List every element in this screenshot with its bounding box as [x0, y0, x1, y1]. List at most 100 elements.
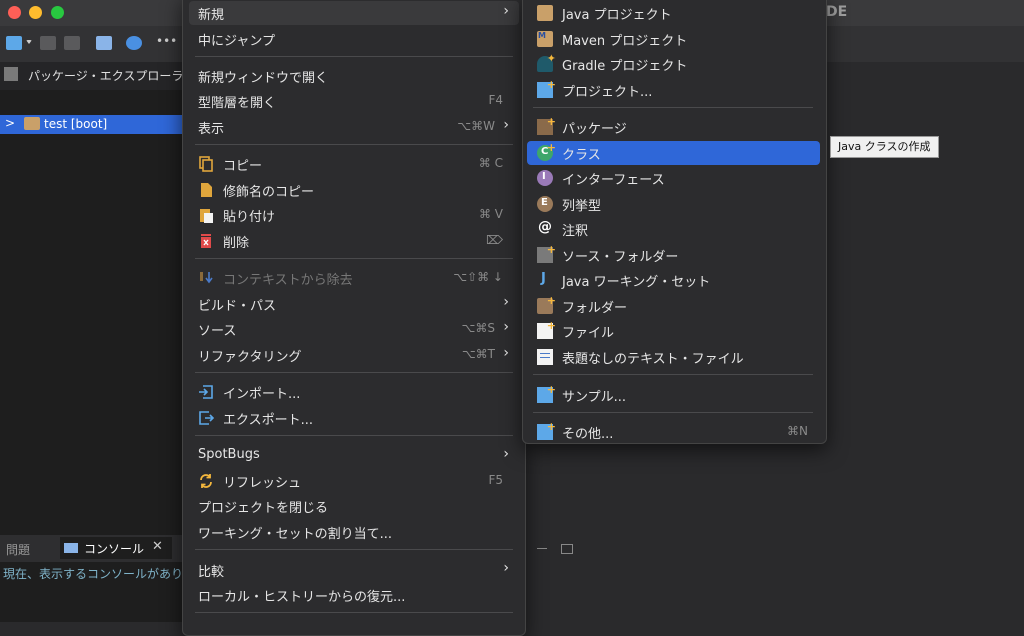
plus-badge-icon: +	[546, 294, 556, 307]
more-icon[interactable]: •••	[156, 34, 177, 48]
shortcut: F5	[488, 473, 503, 487]
save-icon[interactable]	[40, 36, 56, 50]
menu-item-assign-working-set[interactable]: ワーキング・セットの割り当て...	[189, 520, 519, 544]
submenu-item-class[interactable]: C + クラス	[527, 141, 820, 165]
minimize-window-button[interactable]	[29, 6, 42, 19]
submenu-item-interface[interactable]: I インターフェース	[527, 166, 820, 190]
menu-item-refactor[interactable]: リファクタリング ⌥⌘T ›	[189, 343, 519, 367]
menu-item-restore-local-history[interactable]: ローカル・ヒストリーからの復元...	[189, 583, 519, 607]
package-explorer-title: パッケージ・エクスプローラ	[28, 69, 184, 83]
menu-item-label: 修飾名のコピー	[223, 185, 315, 200]
tree-item-test-boot[interactable]: > test [boot]	[0, 115, 182, 134]
gear-icon[interactable]	[126, 36, 142, 50]
window-title: DE	[826, 4, 848, 20]
menu-separator	[195, 549, 513, 550]
minimize-view-icon[interactable]	[537, 548, 547, 557]
menu-item-import[interactable]: インポート...	[189, 380, 519, 404]
submenu-item-folder[interactable]: + フォルダー	[527, 294, 820, 318]
shortcut: ⌥⌘S	[461, 321, 495, 335]
menu-item-compare[interactable]: 比較 ›	[189, 558, 519, 582]
submenu-arrow-icon: ›	[503, 3, 509, 19]
menu-item-open-type-hierarchy[interactable]: 型階層を開く F4	[189, 89, 519, 113]
submenu-item-package[interactable]: + パッケージ	[527, 115, 820, 139]
menu-separator	[195, 144, 513, 145]
console-tab-label: コンソール	[84, 542, 145, 556]
menu-item-copy-qualified-name[interactable]: 修飾名のコピー	[189, 178, 519, 202]
submenu-item-label: フォルダー	[562, 301, 628, 316]
maximize-view-icon[interactable]	[561, 544, 573, 554]
menu-item-label: 削除	[223, 236, 250, 251]
submenu-item-example[interactable]: + サンプル...	[527, 383, 820, 407]
source-folder-icon: +	[537, 243, 556, 263]
submenu-item-maven-project[interactable]: M Maven プロジェクト	[527, 27, 820, 51]
view-controls	[537, 544, 577, 556]
menu-item-label: 表示	[198, 122, 225, 137]
shortcut: ⌘ V	[478, 207, 503, 221]
submenu-item-label: ソース・フォルダー	[562, 250, 679, 265]
menu-item-label: SpotBugs	[198, 447, 260, 462]
menu-item-source[interactable]: ソース ⌥⌘S ›	[189, 317, 519, 341]
submenu-item-file[interactable]: + ファイル	[527, 319, 820, 343]
submenu-item-annotation[interactable]: @ 注釈	[527, 217, 820, 241]
menu-separator	[195, 435, 513, 436]
menu-item-build-path[interactable]: ビルド・パス ›	[189, 292, 519, 316]
chevron-right-icon[interactable]: >	[5, 116, 15, 130]
copy-qualified-name-icon	[201, 183, 212, 197]
menu-item-paste[interactable]: 貼り付け ⌘ V	[189, 203, 519, 227]
dropdown-arrow-icon[interactable]	[26, 40, 32, 44]
shortcut: ⌘ C	[478, 156, 503, 170]
java-working-set-icon: J	[541, 271, 546, 286]
tab-console[interactable]: コンソール ✕	[60, 537, 172, 559]
project-folder-icon	[24, 117, 40, 130]
menu-item-label: コピー	[223, 159, 263, 174]
close-window-button[interactable]	[8, 6, 21, 19]
submenu-item-label: Java ワーキング・セット	[562, 275, 711, 290]
menu-item-export[interactable]: エクスポート...	[189, 406, 519, 430]
menu-item-close-project[interactable]: プロジェクトを閉じる	[189, 494, 519, 518]
menu-item-show[interactable]: 表示 ⌥⌘W ›	[189, 115, 519, 139]
menu-item-refresh[interactable]: リフレッシュ F5	[189, 469, 519, 493]
menu-item-delete[interactable]: 削除 ⌦	[189, 229, 519, 253]
submenu-item-java-working-set[interactable]: J Java ワーキング・セット	[527, 268, 820, 292]
maximize-window-button[interactable]	[51, 6, 64, 19]
submenu-item-untitled-text-file[interactable]: 表題なしのテキスト・ファイル	[527, 345, 820, 369]
tab-problems[interactable]: 問題	[6, 541, 30, 558]
gradle-project-icon: ✦	[537, 52, 556, 72]
submenu-item-label: 注釈	[562, 224, 589, 239]
menu-item-goto-into[interactable]: 中にジャンプ	[189, 27, 519, 51]
package-icon: +	[537, 115, 556, 135]
terminal-icon[interactable]	[96, 36, 112, 50]
example-icon: +	[537, 383, 556, 403]
menu-item-label: ビルド・パス	[198, 299, 277, 314]
menu-item-copy[interactable]: コピー ⌘ C	[189, 152, 519, 176]
submenu-item-source-folder[interactable]: + ソース・フォルダー	[527, 243, 820, 267]
menu-item-spotbugs[interactable]: SpotBugs ›	[189, 444, 519, 468]
submenu-item-label: パッケージ	[562, 122, 627, 137]
menu-item-label: 貼り付け	[223, 210, 276, 225]
plus-badge-icon: +	[546, 141, 556, 154]
save-all-icon[interactable]	[64, 36, 80, 50]
submenu-item-enum[interactable]: E 列挙型	[527, 192, 820, 216]
menu-item-label: 比較	[198, 565, 225, 580]
project-icon: +	[537, 78, 556, 98]
new-wizard-icon[interactable]	[6, 36, 22, 50]
package-explorer-tab[interactable]: パッケージ・エクスプローラ	[0, 62, 184, 91]
submenu-item-other[interactable]: + その他... ⌘N	[527, 420, 820, 444]
submenu-arrow-icon: ›	[503, 117, 509, 133]
submenu-item-project[interactable]: + プロジェクト...	[527, 78, 820, 102]
shortcut: ⌥⇧⌘ ↓	[453, 270, 503, 284]
copy-icon	[199, 156, 213, 172]
submenu-item-gradle-project[interactable]: ✦ Gradle プロジェクト	[527, 52, 820, 76]
submenu-item-java-project[interactable]: Java プロジェクト	[527, 1, 820, 25]
menu-item-new[interactable]: 新規 ›	[189, 1, 519, 25]
menu-separator	[195, 372, 513, 373]
export-icon	[199, 411, 214, 425]
menu-item-open-new-window[interactable]: 新規ウィンドウで開く	[189, 64, 519, 88]
plus-badge-icon: +	[546, 420, 556, 433]
interface-icon: I	[537, 170, 553, 186]
menu-item-label: インポート...	[223, 387, 301, 402]
close-icon[interactable]: ✕	[152, 539, 163, 554]
console-view: 現在、表示するコンソールがありま	[0, 562, 195, 622]
menu-item-label: 中にジャンプ	[198, 34, 275, 49]
menu-separator	[533, 107, 813, 108]
